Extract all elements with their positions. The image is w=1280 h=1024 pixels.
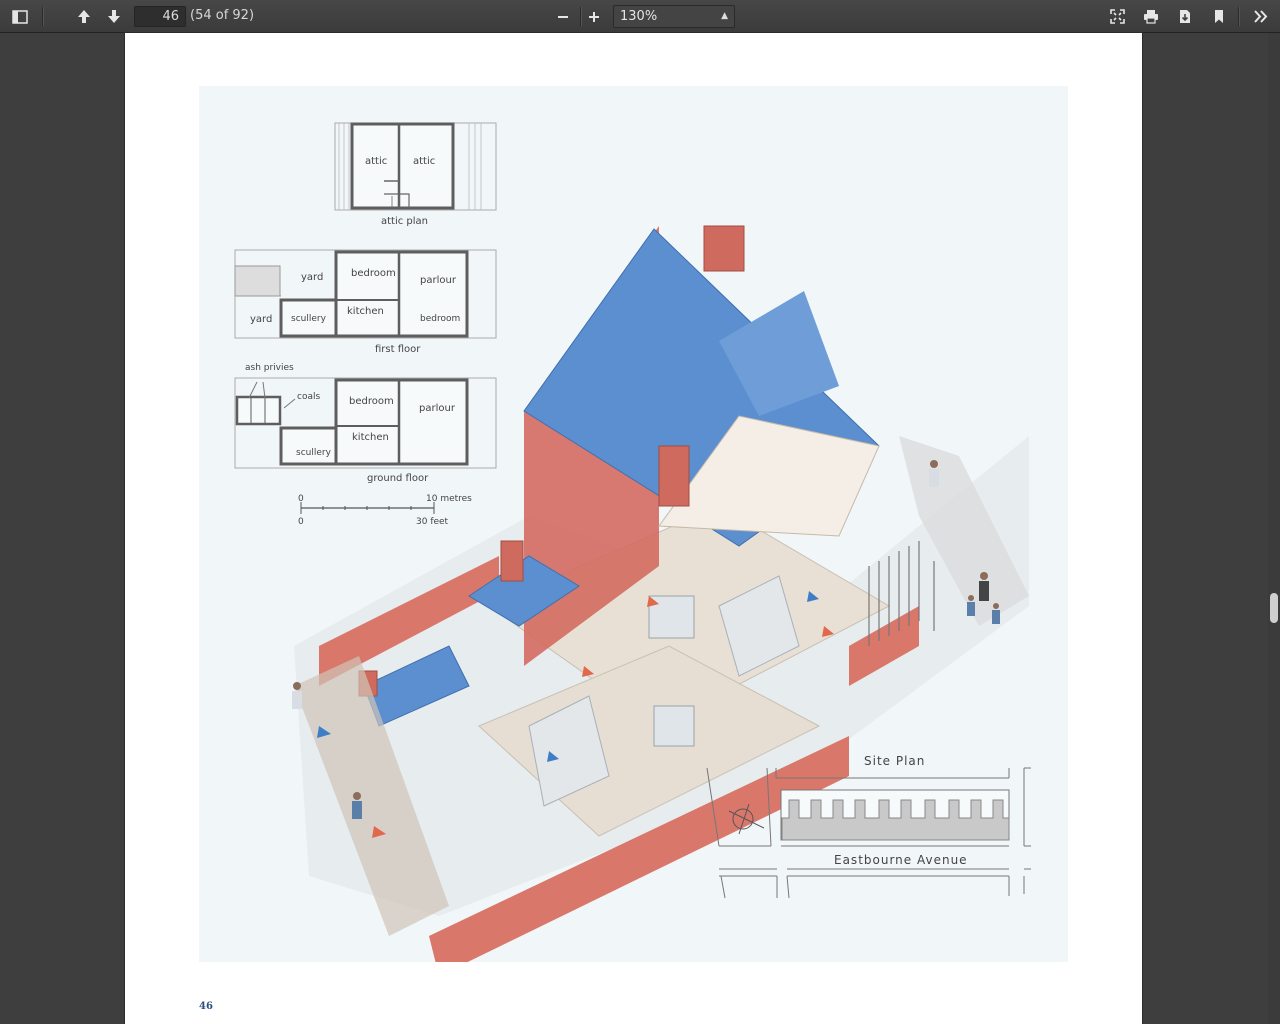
plan-room-label: ash privies — [245, 363, 294, 373]
previous-page-icon[interactable] — [71, 4, 97, 29]
plan-room-label: kitchen — [347, 306, 384, 317]
page-number: 46 — [199, 1001, 213, 1012]
pdf-toolbar: 46 (54 of 92) 130% ▲▼ — [0, 0, 1280, 42]
toolbar-separator — [1238, 7, 1239, 26]
zoom-in-icon[interactable] — [581, 4, 607, 29]
scale-label: 0 — [298, 517, 304, 527]
scrollbar-thumb[interactable] — [1270, 593, 1278, 623]
document-viewer[interactable]: attic attic attic plan yard bedroom parl… — [0, 33, 1280, 1024]
plan-room-label: scullery — [296, 448, 332, 458]
illustration-canvas: attic attic attic plan yard bedroom parl… — [234, 122, 1031, 976]
plan-room-label: yard — [250, 314, 272, 325]
zoom-value: 130% — [620, 9, 658, 24]
attic-room-label: attic — [413, 156, 435, 167]
zoom-select[interactable]: 130% ▲▼ — [613, 5, 735, 42]
zoom-out-icon[interactable] — [550, 4, 576, 29]
plan-room-label: scullery — [291, 314, 327, 324]
plan-room-label: bedroom — [420, 314, 460, 324]
next-page-icon[interactable] — [101, 4, 127, 29]
pdf-page: attic attic attic plan yard bedroom parl… — [125, 33, 1142, 1024]
plan-room-label: bedroom — [351, 268, 396, 279]
ground-floor-caption: ground floor — [367, 473, 429, 484]
tools-menu-icon[interactable] — [1247, 4, 1273, 29]
attic-room-label: attic — [365, 156, 387, 167]
bookmark-icon[interactable] — [1206, 4, 1232, 29]
house-cutaway-illustration: attic attic attic plan yard bedroom parl… — [199, 86, 1068, 976]
page-number-input[interactable]: 46 — [134, 6, 186, 27]
site-plan-street: Eastbourne Avenue — [834, 853, 968, 867]
presentation-mode-icon[interactable] — [1104, 4, 1130, 29]
first-floor-caption: first floor — [375, 344, 421, 355]
plan-room-label: kitchen — [352, 432, 389, 443]
toolbar-separator — [42, 7, 43, 26]
plan-room-label: yard — [301, 272, 323, 283]
plan-room-label: parlour — [419, 403, 456, 414]
scale-bar — [300, 502, 435, 514]
scale-label: 10 metres — [426, 494, 472, 504]
sidebar-toggle-icon[interactable] — [7, 4, 33, 29]
ground-floor-plan — [234, 377, 497, 469]
plan-room-label: parlour — [420, 275, 457, 286]
site-plan-title: Site Plan — [864, 754, 925, 768]
page-count-label: (54 of 92) — [190, 8, 255, 23]
first-floor-plan — [234, 249, 497, 339]
attic-plan-caption: attic plan — [381, 216, 428, 227]
scale-label: 0 — [298, 494, 304, 504]
download-icon[interactable] — [1172, 4, 1198, 29]
print-icon[interactable] — [1138, 4, 1164, 29]
plan-room-label: coals — [297, 392, 320, 402]
plan-room-label: bedroom — [349, 396, 394, 407]
vertical-scrollbar[interactable] — [1268, 33, 1280, 1024]
scale-label: 30 feet — [416, 517, 449, 527]
